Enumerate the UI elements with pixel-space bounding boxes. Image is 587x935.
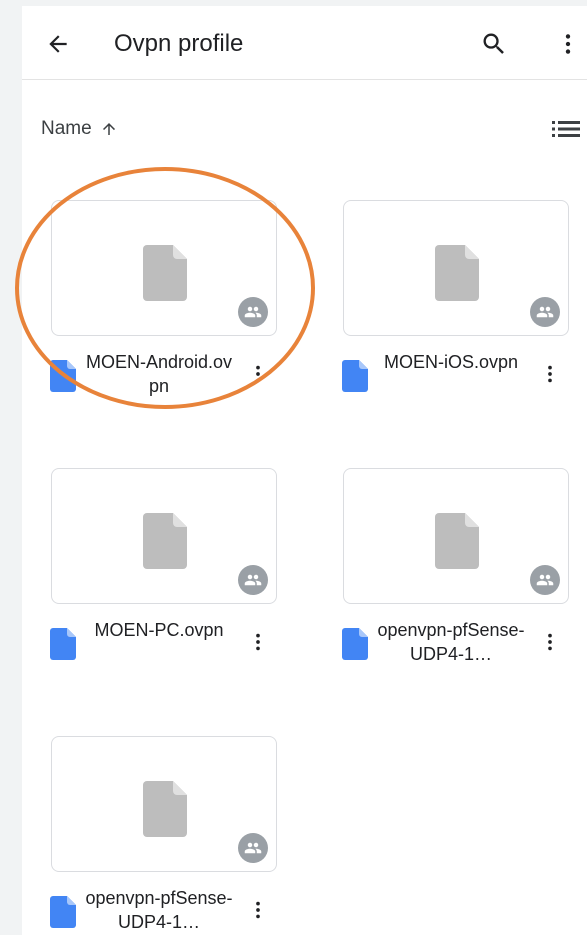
file-name: MOEN-Android.ovpn	[85, 352, 233, 396]
file-type-icon	[50, 628, 76, 660]
shared-badge	[530, 297, 560, 327]
shared-badge	[238, 565, 268, 595]
file-placeholder-icon	[143, 245, 187, 301]
arrow-up-icon	[102, 123, 115, 135]
people-icon	[536, 306, 554, 318]
shared-badge	[530, 565, 560, 595]
file-thumbnail[interactable]	[343, 468, 569, 604]
file-card[interactable]: MOEN-PC.ovpn	[44, 468, 284, 668]
file-type-icon	[342, 628, 368, 660]
file-card[interactable]: MOEN-iOS.ovpn	[336, 200, 576, 400]
file-thumbnail[interactable]	[343, 200, 569, 336]
sort-control[interactable]: Name	[41, 116, 118, 142]
people-icon	[244, 842, 262, 854]
file-thumbnail[interactable]	[51, 736, 277, 872]
sort-label: Name	[41, 118, 92, 139]
people-icon	[244, 306, 262, 318]
file-placeholder-icon	[143, 513, 187, 569]
file-type-icon	[342, 360, 368, 392]
file-placeholder-icon	[435, 513, 479, 569]
more-options-button[interactable]	[552, 28, 584, 60]
file-more-button[interactable]	[244, 626, 272, 658]
file-more-button[interactable]	[536, 626, 564, 658]
more-vert-icon	[565, 34, 571, 54]
more-vert-icon	[256, 901, 260, 919]
file-name: openvpn-pfSense-UDP4-1…	[377, 620, 525, 664]
file-browser-screen: Ovpn profile Name MOEN-Android.ovpn MOEN…	[22, 6, 587, 935]
list-view-icon	[552, 121, 580, 137]
search-icon	[483, 33, 504, 54]
file-type-icon	[50, 360, 76, 392]
people-icon	[536, 574, 554, 586]
shared-badge	[238, 833, 268, 863]
file-thumbnail[interactable]	[51, 468, 277, 604]
file-more-button[interactable]	[244, 358, 272, 390]
list-view-button[interactable]	[550, 116, 582, 142]
more-vert-icon	[256, 365, 260, 383]
file-type-icon	[50, 896, 76, 928]
file-thumbnail[interactable]	[51, 200, 277, 336]
file-name: openvpn-pfSense-UDP4-1…	[85, 888, 233, 932]
back-button[interactable]	[42, 28, 74, 60]
file-placeholder-icon	[143, 781, 187, 837]
file-more-button[interactable]	[244, 894, 272, 926]
file-name: MOEN-PC.ovpn	[94, 620, 224, 640]
file-card[interactable]: openvpn-pfSense-UDP4-1…	[336, 468, 576, 668]
people-icon	[244, 574, 262, 586]
more-vert-icon	[548, 633, 552, 651]
file-card[interactable]: MOEN-Android.ovpn	[44, 200, 284, 400]
arrow-back-icon	[49, 35, 67, 53]
file-more-button[interactable]	[536, 358, 564, 390]
page-title: Ovpn profile	[114, 30, 244, 57]
file-name: MOEN-iOS.ovpn	[383, 352, 519, 372]
app-bar: Ovpn profile	[22, 6, 587, 80]
search-button[interactable]	[478, 28, 510, 60]
file-card[interactable]: openvpn-pfSense-UDP4-1…	[44, 736, 284, 935]
more-vert-icon	[256, 633, 260, 651]
more-vert-icon	[548, 365, 552, 383]
shared-badge	[238, 297, 268, 327]
file-placeholder-icon	[435, 245, 479, 301]
